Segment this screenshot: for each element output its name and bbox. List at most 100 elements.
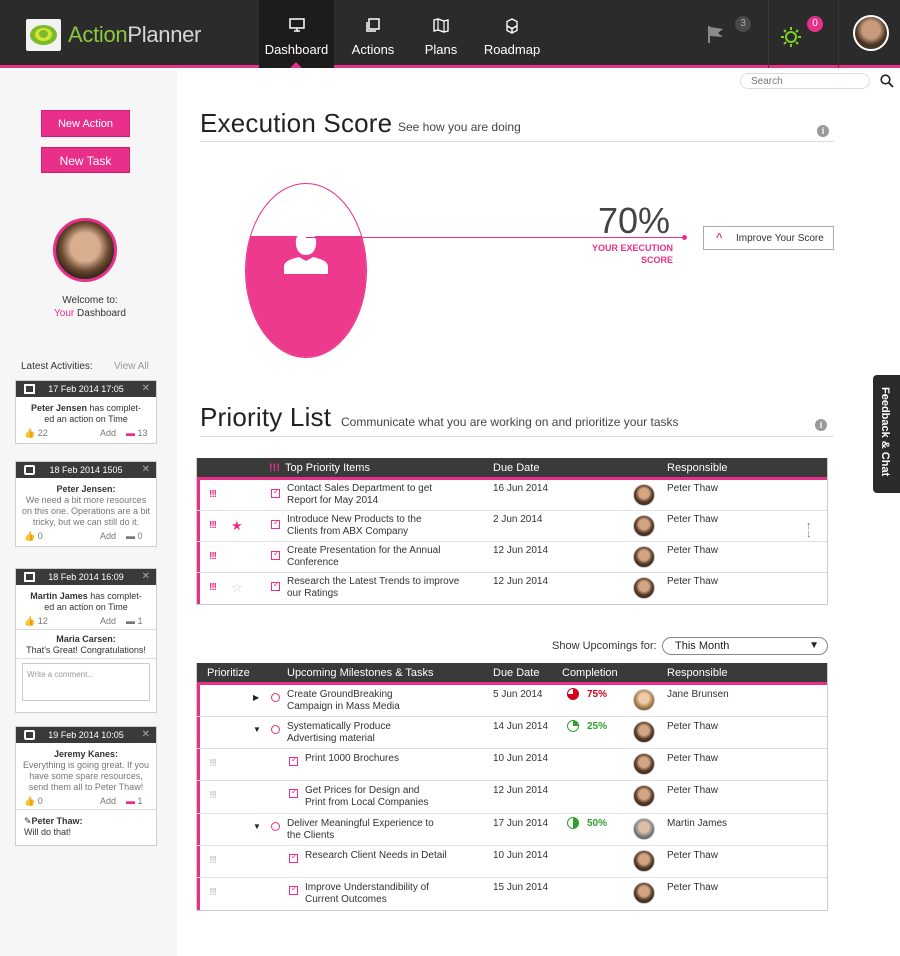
star-icon[interactable]: ☆ — [231, 580, 243, 596]
comment-count[interactable]: ▬ 1 — [126, 796, 143, 806]
comment-count[interactable]: ▬ 0 — [126, 531, 143, 541]
responsible-name[interactable]: Peter Thaw — [667, 576, 718, 587]
priority-mark[interactable]: !!! — [209, 758, 217, 769]
checkbox-icon[interactable] — [271, 487, 280, 498]
avatar[interactable] — [633, 515, 655, 537]
star-icon[interactable]: ★ — [231, 518, 243, 534]
priority-mark[interactable]: !!! — [209, 887, 217, 898]
checkbox-icon[interactable] — [271, 518, 280, 529]
checkbox-icon[interactable] — [271, 580, 280, 591]
activity-author[interactable]: Peter Jensen — [31, 403, 87, 413]
avatar[interactable] — [633, 546, 655, 568]
add-comment-link[interactable]: Add — [100, 428, 116, 438]
add-comment-link[interactable]: Add — [100, 531, 116, 541]
avatar[interactable] — [633, 882, 655, 904]
responsible-name[interactable]: Peter Thaw — [667, 850, 718, 861]
sun-icon[interactable] — [780, 26, 802, 53]
search-input[interactable] — [740, 73, 870, 89]
priority-mark[interactable]: !!! — [209, 520, 217, 531]
priority-mark[interactable]: !!! — [209, 855, 217, 866]
checkbox-icon[interactable] — [289, 755, 298, 766]
priority-row[interactable]: !!! ☆ Research the Latest Trends to improv… — [197, 573, 827, 604]
new-action-button[interactable]: New Action — [41, 110, 130, 137]
milestone-circle-icon[interactable] — [271, 725, 280, 734]
add-comment-link[interactable]: Add — [100, 616, 116, 626]
avatar[interactable] — [633, 818, 655, 840]
task-title[interactable]: Create GroundBreaking Campaign in Mass Me… — [287, 689, 400, 713]
task-title[interactable]: Introduce New Products to the Clients fro… — [287, 514, 422, 538]
upcomings-period-select[interactable]: This Month ▼ — [662, 637, 828, 655]
priority-mark[interactable]: !!! — [209, 489, 217, 500]
close-icon[interactable]: ✕ — [142, 381, 150, 397]
task-row[interactable]: !!! Print 1000 Brochures 10 Jun 2014 Peter … — [197, 749, 827, 781]
task-title[interactable]: Improve Understandibility of Current Outc… — [305, 882, 429, 906]
reply-author[interactable]: Peter Thaw: — [32, 816, 83, 826]
expand-icon[interactable]: ▶ — [253, 693, 259, 702]
new-task-button[interactable]: New Task — [41, 147, 130, 173]
priority-row[interactable]: !!! ★ Introduce New Products to theClients… — [197, 511, 827, 542]
like-button[interactable]: 👍 0 — [24, 531, 43, 542]
responsible-name[interactable]: Peter Thaw — [667, 483, 718, 494]
activity-author[interactable]: Jeremy Kanes: — [54, 749, 118, 759]
avatar[interactable] — [633, 577, 655, 599]
info-icon[interactable]: i — [815, 419, 827, 431]
task-title[interactable]: Contact Sales Department to get Report fo… — [287, 483, 432, 507]
nav-dashboard[interactable]: Dashboard — [259, 0, 334, 68]
task-title[interactable]: Deliver Meaningful Experience to the Clie… — [287, 818, 434, 842]
milestone-row[interactable]: ▶ Create GroundBreaking Campaign in Mass M… — [197, 685, 827, 717]
milestone-circle-icon[interactable] — [271, 822, 280, 831]
responsible-name[interactable]: Peter Thaw — [667, 721, 718, 732]
feedback-chat-tab[interactable]: Feedback & Chat — [873, 375, 900, 493]
comment-count[interactable]: ▬ 1 — [126, 616, 143, 626]
milestone-row[interactable]: ▼ Deliver Meaningful Experience to the Cli… — [197, 814, 827, 846]
responsible-name[interactable]: Peter Thaw — [667, 753, 718, 764]
search-icon[interactable] — [880, 74, 894, 93]
like-button[interactable]: 👍 12 — [24, 616, 48, 627]
responsible-name[interactable]: Jane Brunsen — [667, 689, 729, 700]
checkbox-icon[interactable] — [289, 787, 298, 798]
priority-mark[interactable]: !!! — [209, 582, 217, 593]
checkbox-icon[interactable] — [289, 852, 298, 863]
reply-author[interactable]: Maria Carsen: — [56, 634, 116, 644]
like-button[interactable]: 👍 22 — [24, 428, 48, 439]
improve-score-button[interactable]: ^ Improve Your Score — [703, 226, 834, 250]
task-title[interactable]: Create Presentation for the Annual Confer… — [287, 545, 440, 569]
nav-actions[interactable]: Actions — [342, 0, 404, 68]
checkbox-icon[interactable] — [271, 549, 280, 560]
task-title[interactable]: Print 1000 Brochures — [305, 753, 399, 765]
priority-row[interactable]: !!! Contact Sales Department to getReport… — [197, 480, 827, 511]
avatar[interactable] — [633, 721, 655, 743]
avatar[interactable] — [633, 484, 655, 506]
avatar[interactable] — [633, 753, 655, 775]
responsible-name[interactable]: Peter Thaw — [667, 882, 718, 893]
avatar[interactable] — [633, 785, 655, 807]
milestone-row[interactable]: ▼ Systematically Produce Advertising mater… — [197, 717, 827, 749]
app-logo-icon[interactable] — [26, 19, 61, 51]
task-title[interactable]: Research Client Needs in Detail — [305, 850, 447, 862]
priority-mark[interactable]: !!! — [209, 551, 217, 562]
responsible-name[interactable]: Peter Thaw — [667, 514, 718, 525]
info-icon[interactable]: i — [817, 125, 829, 137]
task-title[interactable]: Get Prices for Design and Print from Loca… — [305, 785, 428, 809]
nav-plans[interactable]: Plans — [414, 0, 468, 68]
view-all-link[interactable]: View All — [114, 361, 149, 372]
responsible-name[interactable]: Martin James — [667, 818, 727, 829]
activity-author[interactable]: Martin James — [30, 591, 88, 601]
milestone-circle-icon[interactable] — [271, 693, 280, 702]
profile-avatar[interactable] — [53, 218, 117, 282]
flag-icon[interactable] — [706, 24, 726, 49]
responsible-name[interactable]: Peter Thaw — [667, 545, 718, 556]
like-button[interactable]: 👍 0 — [24, 796, 43, 807]
avatar[interactable] — [633, 850, 655, 872]
checkbox-icon[interactable] — [289, 884, 298, 895]
comment-count[interactable]: ▬ 13 — [126, 428, 148, 438]
task-title[interactable]: Research the Latest Trends to improve our… — [287, 576, 459, 600]
close-icon[interactable]: ✕ — [142, 462, 150, 478]
activity-author[interactable]: Peter Jensen: — [56, 484, 115, 494]
app-title[interactable]: ActionPlanner — [68, 22, 201, 48]
task-title[interactable]: Systematically Produce Advertising materi… — [287, 721, 391, 745]
close-icon[interactable]: ✕ — [142, 727, 150, 743]
task-row[interactable]: !!! Improve Understandibility ofCurrent O… — [197, 878, 827, 910]
nav-roadmap[interactable]: Roadmap — [478, 0, 546, 68]
responsible-name[interactable]: Peter Thaw — [667, 785, 718, 796]
